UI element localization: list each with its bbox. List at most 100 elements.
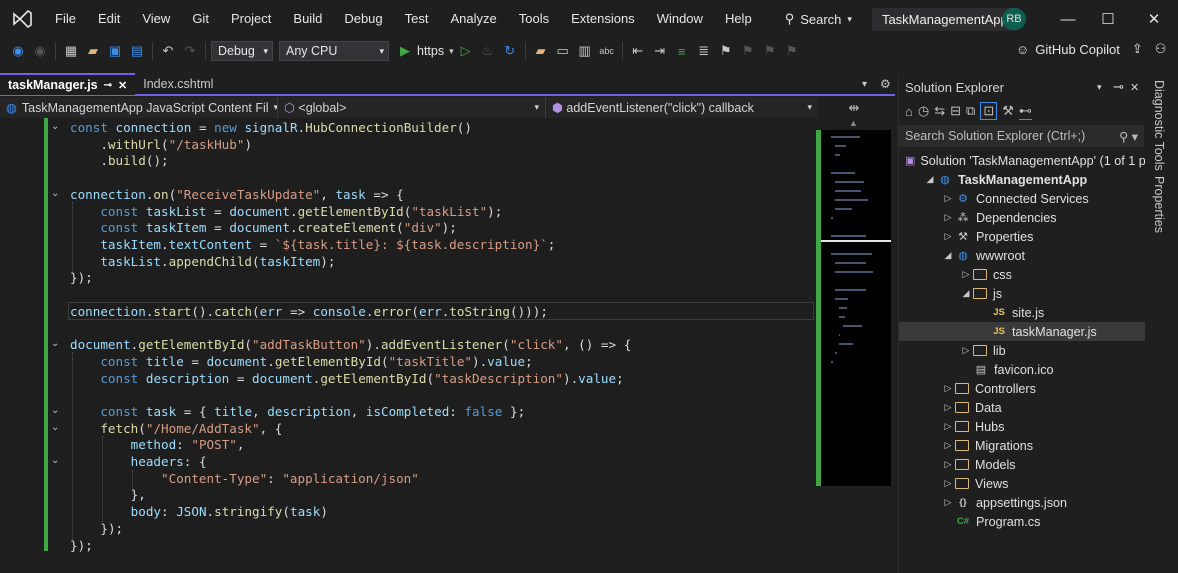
tree-item[interactable]: ▷ ⚒ Properties: [899, 227, 1145, 246]
pin-icon[interactable]: ⊸: [1113, 79, 1124, 95]
tree-item[interactable]: ▷ {} appsettings.json: [899, 493, 1145, 512]
tree-item[interactable]: JS taskManager.js: [899, 322, 1145, 341]
indent-icon[interactable]: ⇥: [650, 41, 670, 61]
tree-item[interactable]: ▷ Data: [899, 398, 1145, 417]
filter-icon[interactable]: ⊡: [980, 102, 998, 120]
maximize-icon[interactable]: ☐: [1088, 0, 1128, 38]
collapsed-arrow-icon[interactable]: ▷: [941, 231, 955, 242]
collapsed-arrow-icon[interactable]: ▷: [941, 459, 955, 470]
tree-item[interactable]: ◢ js: [899, 284, 1145, 303]
show-all-files-icon[interactable]: ⧉: [966, 103, 975, 119]
menu-help[interactable]: Help: [714, 0, 763, 38]
home-icon[interactable]: ⌂: [905, 104, 913, 119]
tab-index-cshtml[interactable]: Index.cshtml: [135, 73, 221, 95]
visual-studio-logo-icon[interactable]: [0, 0, 44, 38]
layout-icon[interactable]: ▥: [575, 41, 595, 61]
refresh-icon[interactable]: ↻: [500, 41, 520, 61]
collapsed-arrow-icon[interactable]: ▷: [941, 193, 955, 204]
avatar[interactable]: RB: [1002, 8, 1026, 30]
tab-properties[interactable]: Properties: [1152, 176, 1166, 233]
back-navigation-icon[interactable]: ◉: [8, 41, 28, 61]
fold-toggle-icon[interactable]: ⌄: [51, 121, 61, 132]
tree-item[interactable]: JS site.js: [899, 303, 1145, 322]
forward-navigation-icon[interactable]: ◉: [30, 41, 50, 61]
tree-item[interactable]: ▣ Solution 'TaskManagementApp' (1 of 1 p: [899, 151, 1145, 170]
fold-toggle-icon[interactable]: ⌄: [51, 188, 61, 199]
solution-explorer-search-input[interactable]: Search Solution Explorer (Ctrl+;) ⚲ ▾: [899, 125, 1144, 147]
collapsed-arrow-icon[interactable]: ▷: [941, 212, 955, 223]
start-without-debugging-icon[interactable]: ▷: [456, 41, 476, 61]
run-target-label[interactable]: https: [417, 44, 444, 58]
menu-extensions[interactable]: Extensions: [560, 0, 646, 38]
code-editor[interactable]: const connection = new signalR.HubConnec…: [0, 118, 818, 573]
collapsed-arrow-icon[interactable]: ▷: [941, 402, 955, 413]
menu-git[interactable]: Git: [181, 0, 220, 38]
next-bookmark-icon[interactable]: ⚑: [760, 41, 780, 61]
tree-item[interactable]: ▷ ⚙ Connected Services: [899, 189, 1145, 208]
properties-wrench-icon[interactable]: ⚒: [1002, 103, 1014, 119]
window-layout-icon[interactable]: ▭: [553, 41, 573, 61]
start-debugging-icon[interactable]: ▶: [395, 41, 415, 61]
menu-tools[interactable]: Tools: [508, 0, 560, 38]
tree-item[interactable]: ◢ ◍ TaskManagementApp: [899, 170, 1145, 189]
menu-test[interactable]: Test: [394, 0, 440, 38]
tab-overflow-icon[interactable]: ▾: [862, 79, 867, 90]
tab-diagnostic-tools[interactable]: Diagnostic Tools: [1152, 80, 1166, 171]
save-all-icon[interactable]: ▤: [127, 41, 147, 61]
new-project-icon[interactable]: ▦: [61, 41, 81, 61]
spell-check-icon[interactable]: abc: [597, 41, 617, 61]
fold-toggle-icon[interactable]: ⌄: [51, 422, 61, 433]
feedback-icon[interactable]: ⚇: [1155, 41, 1167, 57]
collapsed-arrow-icon[interactable]: ▷: [941, 383, 955, 394]
pin-icon[interactable]: ⊸: [104, 80, 112, 91]
tree-item[interactable]: ▷ Models: [899, 455, 1145, 474]
tree-item[interactable]: ◢ ◍ wwwroot: [899, 246, 1145, 265]
minimize-icon[interactable]: —: [1048, 0, 1088, 38]
expanded-arrow-icon[interactable]: ◢: [941, 250, 955, 261]
share-icon[interactable]: ⇪: [1132, 41, 1143, 57]
panel-dropdown-icon[interactable]: ▾: [1097, 82, 1102, 93]
tree-item[interactable]: ▷ Migrations: [899, 436, 1145, 455]
menu-view[interactable]: View: [131, 0, 181, 38]
browse-folder-icon[interactable]: ▰: [531, 41, 551, 61]
github-copilot-button[interactable]: ☺ GitHub Copilot ⇪ ⚇: [1016, 41, 1166, 57]
tree-item[interactable]: ▷ Views: [899, 474, 1145, 493]
tree-item[interactable]: ▷ css: [899, 265, 1145, 284]
tree-item[interactable]: ▷ ⁂ Dependencies: [899, 208, 1145, 227]
settings-gear-icon[interactable]: ⚙: [880, 77, 891, 91]
fold-toggle-icon[interactable]: ⌄: [51, 405, 61, 416]
preview-icon[interactable]: ⊷: [1018, 103, 1032, 120]
collapse-all-icon[interactable]: ⊟: [950, 103, 961, 119]
solution-platform-select[interactable]: Any CPU ▾: [279, 41, 389, 61]
collapsed-arrow-icon[interactable]: ▷: [959, 269, 973, 280]
close-panel-icon[interactable]: ✕: [1130, 81, 1139, 94]
expanded-arrow-icon[interactable]: ◢: [923, 174, 937, 185]
collapsed-arrow-icon[interactable]: ▷: [941, 421, 955, 432]
uncomment-icon[interactable]: ≣: [694, 41, 714, 61]
open-file-icon[interactable]: ▰: [83, 41, 103, 61]
tree-item[interactable]: ▷ Controllers: [899, 379, 1145, 398]
menu-build[interactable]: Build: [282, 0, 333, 38]
tree-item[interactable]: ▷ lib: [899, 341, 1145, 360]
fold-toggle-icon[interactable]: ⌄: [51, 338, 61, 349]
previous-bookmark-icon[interactable]: ⚑: [738, 41, 758, 61]
bookmark-icon[interactable]: ⚑: [716, 41, 736, 61]
split-editor-icon[interactable]: ⇹: [818, 97, 890, 118]
menu-file[interactable]: File: [44, 0, 87, 38]
expanded-arrow-icon[interactable]: ◢: [959, 288, 973, 299]
collapsed-arrow-icon[interactable]: ▷: [941, 497, 955, 508]
menu-edit[interactable]: Edit: [87, 0, 131, 38]
comment-icon[interactable]: ≡: [672, 41, 692, 61]
outdent-icon[interactable]: ⇤: [628, 41, 648, 61]
menu-debug[interactable]: Debug: [333, 0, 393, 38]
collapsed-arrow-icon[interactable]: ▷: [959, 345, 973, 356]
member-dropdown[interactable]: ⬢ addEventListener("click") callback ▾: [546, 97, 818, 118]
menu-project[interactable]: Project: [220, 0, 282, 38]
tree-item[interactable]: C# Program.cs: [899, 512, 1145, 531]
fold-toggle-icon[interactable]: ⌄: [51, 455, 61, 466]
tab-taskmanager-js[interactable]: taskManager.js ⊸ ✕: [0, 73, 136, 95]
minimap[interactable]: [816, 130, 891, 486]
menu-window[interactable]: Window: [646, 0, 714, 38]
search-button[interactable]: ⚲ Search ▾: [777, 11, 860, 27]
save-icon[interactable]: ▣: [105, 41, 125, 61]
